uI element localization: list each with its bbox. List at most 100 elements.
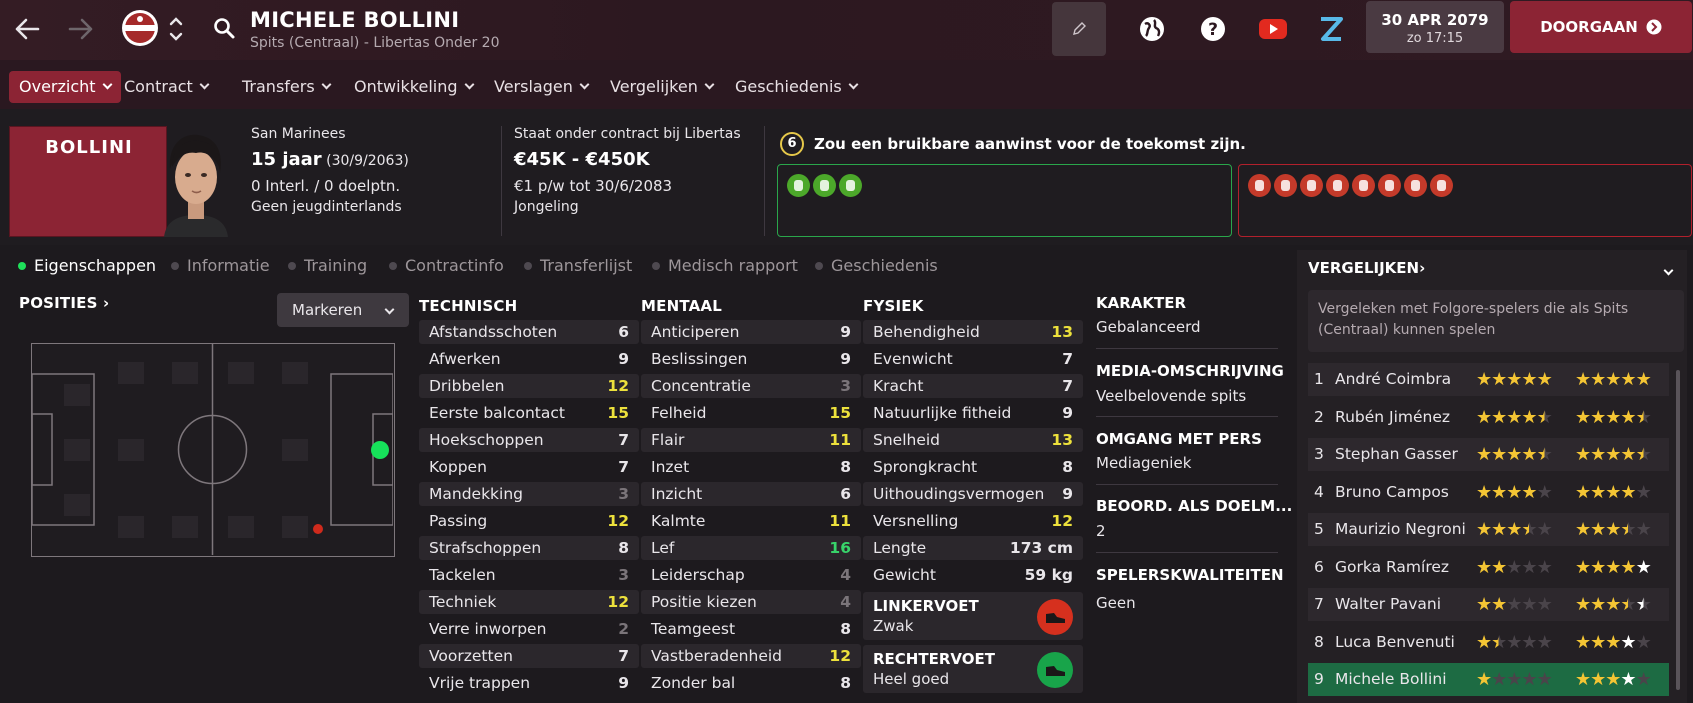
compare-row[interactable]: 4 Bruno Campos ★★★★★ ★★★★★ <box>1308 476 1669 509</box>
attribute-row[interactable]: Passing 12 <box>419 509 639 533</box>
attribute-row[interactable]: Sprongkracht 8 <box>863 455 1083 479</box>
potential-ability-stars: ★★★★★ <box>1575 588 1652 621</box>
compare-row[interactable]: 2 Rubén Jiménez ★★★★★ ★★★★★ <box>1308 401 1669 434</box>
compare-header[interactable]: VERGELIJKEN› <box>1308 259 1425 277</box>
chevron-right-icon: › <box>1419 259 1426 277</box>
attribute-row[interactable]: Positie kiezen 4 <box>641 590 861 614</box>
attribute-row[interactable]: Zonder bal 8 <box>641 671 861 695</box>
trait-ear-icon[interactable] <box>1352 174 1375 197</box>
help-icon[interactable]: ? <box>1198 14 1228 44</box>
attribute-row[interactable]: Inzicht 6 <box>641 482 861 506</box>
attribute-row[interactable]: Inzet 8 <box>641 455 861 479</box>
attribute-row[interactable]: Lengte 173 cm <box>863 536 1083 560</box>
trait-shield-icon[interactable] <box>787 174 810 197</box>
trait-brain-icon[interactable] <box>813 174 836 197</box>
attribute-row[interactable]: Eerste balcontact 15 <box>419 401 639 425</box>
attribute-row[interactable]: Hoekschoppen 7 <box>419 428 639 452</box>
compare-row[interactable]: 7 Walter Pavani ★★★★★ ★★★★★ <box>1308 588 1669 621</box>
tab-contract-info[interactable]: Contractinfo <box>389 256 504 275</box>
attribute-row[interactable]: Leiderschap 4 <box>641 563 861 587</box>
player-name: MICHELE BOLLINI <box>250 8 460 32</box>
attribute-row[interactable]: Lef 16 <box>641 536 861 560</box>
attribute-row[interactable]: Afwerken 9 <box>419 347 639 371</box>
attribute-row[interactable]: Evenwicht 7 <box>863 347 1083 371</box>
nav-label: Transfers <box>242 77 315 96</box>
youtube-icon[interactable] <box>1257 16 1289 42</box>
date-display[interactable]: 30 APR 2079 zo 17:15 <box>1366 1 1504 53</box>
trait-contract-icon[interactable] <box>1274 174 1297 197</box>
attribute-row[interactable]: Voorzetten 7 <box>419 644 639 668</box>
nav-compare[interactable]: Vergelijken <box>610 71 723 103</box>
compare-row[interactable]: 6 Gorka Ramírez ★★★★★ ★★★★★ <box>1308 551 1669 584</box>
attribute-row[interactable]: Verre inworpen 2 <box>419 617 639 641</box>
contract-status[interactable]: Staat onder contract bij Libertas <box>514 126 741 142</box>
tab-attributes[interactable]: Eigenschappen <box>18 256 156 275</box>
attribute-row[interactable]: Mandekking 3 <box>419 482 639 506</box>
forward-icon[interactable] <box>64 12 98 46</box>
mark-dropdown[interactable]: Markeren <box>277 293 409 327</box>
player-subtitle[interactable]: Spits (Centraal) - Libertas Onder 20 <box>250 35 500 51</box>
continue-button[interactable]: DOORGAAN <box>1510 1 1692 53</box>
trait-scissors-icon[interactable] <box>1404 174 1427 197</box>
attribute-row[interactable]: Uithoudingsvermogen 9 <box>863 482 1083 506</box>
compare-row[interactable]: 5 Maurizio Negroni ★★★★★ ★★★★★ <box>1308 513 1669 546</box>
attribute-row[interactable]: Strafschoppen 8 <box>419 536 639 560</box>
search-icon[interactable] <box>210 14 238 42</box>
tab-dot <box>652 262 660 270</box>
attribute-row[interactable]: Beslissingen 9 <box>641 347 861 371</box>
tab-transfer-list[interactable]: Transferlijst <box>524 256 632 275</box>
tab-medical[interactable]: Medisch rapport <box>652 256 798 275</box>
attribute-row[interactable]: Tackelen 3 <box>419 563 639 587</box>
attribute-row[interactable]: Vastberadenheid 12 <box>641 644 861 668</box>
attribute-row[interactable]: Versnelling 12 <box>863 509 1083 533</box>
nav-reports[interactable]: Verslagen <box>494 71 598 103</box>
trait-flask-icon[interactable] <box>1430 174 1453 197</box>
attribute-row[interactable]: Anticiperen 9 <box>641 320 861 344</box>
attribute-row[interactable]: Vrije trappen 9 <box>419 671 639 695</box>
tab-information[interactable]: Informatie <box>171 256 270 275</box>
edit-button[interactable] <box>1052 2 1106 56</box>
attribute-row[interactable]: Techniek 12 <box>419 590 639 614</box>
attribute-row[interactable]: Kalmte 11 <box>641 509 861 533</box>
nav-development[interactable]: Ontwikkeling <box>354 71 483 103</box>
trait-handshake-icon[interactable] <box>1378 174 1401 197</box>
trait-boot-icon[interactable] <box>839 174 862 197</box>
player-switch-icon[interactable] <box>166 12 186 46</box>
attribute-row[interactable]: Concentratie 3 <box>641 374 861 398</box>
position-weak-marker[interactable] <box>313 524 323 534</box>
attribute-row[interactable]: Flair 11 <box>641 428 861 452</box>
tab-history[interactable]: Geschiedenis <box>815 256 938 275</box>
club-badge-icon[interactable] <box>118 6 162 50</box>
tab-training[interactable]: Training <box>288 256 367 275</box>
attribute-row[interactable]: Natuurlijke fitheid 9 <box>863 401 1083 425</box>
scrollbar[interactable] <box>1676 370 1680 690</box>
z-logo-icon[interactable] <box>1316 14 1346 44</box>
globe-icon[interactable] <box>1137 14 1167 44</box>
compare-row[interactable]: 9 Michele Bollini ★★★★★ ★★★★★ <box>1308 663 1669 696</box>
compare-row[interactable]: 3 Stephan Gasser ★★★★★ ★★★★★ <box>1308 438 1669 471</box>
nav-transfers[interactable]: Transfers <box>242 71 340 103</box>
compare-row[interactable]: 1 André Coimbra ★★★★★ ★★★★★ <box>1308 363 1669 396</box>
positions-header[interactable]: POSITIES › <box>19 294 109 312</box>
position-natural-marker[interactable] <box>371 441 389 459</box>
attribute-row[interactable]: Koppen 7 <box>419 455 639 479</box>
attribute-row[interactable]: Teamgeest 8 <box>641 617 861 641</box>
nav-history[interactable]: Geschiedenis <box>735 71 867 103</box>
trait-target-icon[interactable] <box>1300 174 1323 197</box>
attribute-row[interactable]: Behendigheid 13 <box>863 320 1083 344</box>
back-icon[interactable] <box>10 12 44 46</box>
nationality[interactable]: San Marinees <box>251 126 346 142</box>
collapse-button[interactable] <box>1660 263 1680 283</box>
attribute-row[interactable]: Gewicht 59 kg <box>863 563 1083 587</box>
compare-row[interactable]: 8 Luca Benvenuti ★★★★★ ★★★★★ <box>1308 626 1669 659</box>
trait-medical-icon[interactable] <box>1326 174 1349 197</box>
attribute-row[interactable]: Snelheid 13 <box>863 428 1083 452</box>
attribute-row[interactable]: Dribbelen 12 <box>419 374 639 398</box>
nav-contract[interactable]: Contract <box>124 71 218 103</box>
nav-overview[interactable]: Overzicht <box>9 71 121 103</box>
trait-medal-icon[interactable] <box>1248 174 1271 197</box>
attribute-row[interactable]: Kracht 7 <box>863 374 1083 398</box>
attribute-row[interactable]: Felheid 15 <box>641 401 861 425</box>
attribute-row[interactable]: Afstandsschoten 6 <box>419 320 639 344</box>
pencil-icon <box>1073 22 1086 35</box>
